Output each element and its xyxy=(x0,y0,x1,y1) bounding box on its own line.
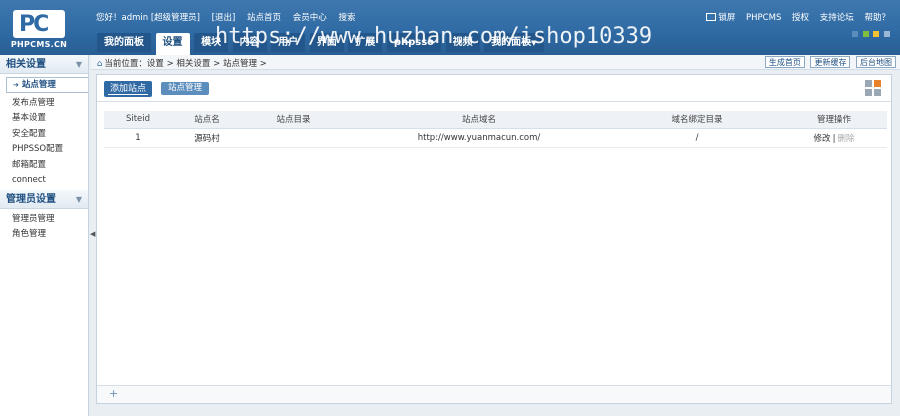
cell-site-dir xyxy=(242,128,345,148)
table-row: 1 源码村 http://www.yuanmacun.com/ / 修改 | 删除 xyxy=(104,128,887,148)
sidebar-item-basic-settings[interactable]: 基本设置 xyxy=(0,111,88,127)
phpcms-logo[interactable]: PC PHPCMS.CN xyxy=(3,10,75,50)
theme-swatch-blue[interactable] xyxy=(852,31,859,37)
logo-mark: PC xyxy=(19,12,49,37)
home-icon: ⌂ xyxy=(97,59,103,69)
cell-bind-dir: / xyxy=(613,128,781,148)
chevron-down-icon: ▼ xyxy=(75,60,82,69)
cell-actions: 修改 | 删除 xyxy=(781,128,887,148)
sidebar-item-mail-config[interactable]: 邮箱配置 xyxy=(0,158,88,174)
top-links: 您好！admin [超级管理员] [退出] 站点首页 会员中心 搜索 xyxy=(96,11,364,23)
greeting-text: 您好！admin [超级管理员] xyxy=(96,13,200,23)
arrow-right-icon: ➔ xyxy=(13,81,19,89)
content-toolbar: 添加站点 站点管理 xyxy=(97,75,891,102)
theme-swatch-green[interactable] xyxy=(862,31,869,37)
col-bind-dir: 域名绑定目录 xyxy=(613,111,781,129)
col-site-domain: 站点域名 xyxy=(345,111,613,129)
layout-grid-icon[interactable] xyxy=(865,80,881,96)
quick-actions: 生成首页 更新缓存 后台地图 xyxy=(762,56,896,68)
sidebar-section-admin-settings[interactable]: 管理员设置 ▼ xyxy=(0,189,88,209)
watermark-text: https://www.huzhan.com/ishop10339 xyxy=(215,24,653,49)
sites-table: Siteid 站点名 站点目录 站点域名 域名绑定目录 管理操作 1 源码村 h… xyxy=(104,111,887,148)
lock-screen-link[interactable]: 锁屏 xyxy=(706,13,735,23)
cell-site-domain: http://www.yuanmacun.com/ xyxy=(345,128,613,148)
sidebar-item-site-management[interactable]: ➔ 站点管理 xyxy=(6,77,88,93)
theme-switcher xyxy=(850,30,890,39)
support-forum-link[interactable]: 支持论坛 xyxy=(820,13,854,23)
plus-icon[interactable]: + xyxy=(109,387,118,400)
site-home-link[interactable]: 站点首页 xyxy=(247,13,281,23)
sidebar-item-admin-management[interactable]: 管理员管理 xyxy=(0,212,88,228)
monitor-icon xyxy=(706,13,717,21)
content-footer: + xyxy=(97,385,891,403)
content-panel: 添加站点 站点管理 Siteid 站点名 站点目录 站点域名 域名绑定目录 管理… xyxy=(96,74,892,404)
delete-link[interactable]: 删除 xyxy=(837,134,854,144)
search-link[interactable]: 搜索 xyxy=(338,13,355,23)
sidebar-item-phpsso-config[interactable]: PHPSSO配置 xyxy=(0,142,88,158)
table-header-row: Siteid 站点名 站点目录 站点域名 域名绑定目录 管理操作 xyxy=(104,111,887,129)
generate-homepage-button[interactable]: 生成首页 xyxy=(764,56,805,68)
left-sidebar: 相关设置 ▼ ➔ 站点管理 发布点管理 基本设置 安全配置 PHPSSO配置 邮箱… xyxy=(0,55,89,416)
help-link[interactable]: 帮助？ xyxy=(864,13,890,23)
logout-link[interactable]: [退出] xyxy=(212,13,236,23)
theme-swatch-light[interactable] xyxy=(884,31,890,37)
col-siteid: Siteid xyxy=(104,111,172,129)
top-header: PC PHPCMS.CN 您好！admin [超级管理员] [退出] 站点首页 … xyxy=(0,0,900,55)
phpcms-link[interactable]: PHPCMS xyxy=(746,13,781,23)
sidebar-item-publish-points[interactable]: 发布点管理 xyxy=(0,96,88,112)
breadcrumb-bar: ⌂ 当前位置：设置 > 相关设置 > 站点管理 > 生成首页 更新缓存 后台地图 xyxy=(91,55,900,70)
sidebar-item-security[interactable]: 安全配置 xyxy=(0,127,88,143)
add-site-button[interactable]: 添加站点 xyxy=(104,81,153,97)
sidebar-item-connect[interactable]: connect xyxy=(0,173,88,189)
cell-site-name: 源码村 xyxy=(172,128,242,148)
update-cache-button[interactable]: 更新缓存 xyxy=(810,56,851,68)
col-site-dir: 站点目录 xyxy=(242,111,345,129)
sidebar-item-role-management[interactable]: 角色管理 xyxy=(0,227,88,243)
license-link[interactable]: 授权 xyxy=(792,13,809,23)
tab-settings[interactable]: 设置 xyxy=(155,33,190,55)
col-actions: 管理操作 xyxy=(781,111,887,129)
backend-map-button[interactable]: 后台地图 xyxy=(856,56,896,68)
tab-my-panel[interactable]: 我的面板 xyxy=(97,33,151,52)
breadcrumb: ⌂ 当前位置：设置 > 相关设置 > 站点管理 > xyxy=(97,59,267,69)
top-right-links: 锁屏 PHPCMS 授权 支持论坛 帮助？ xyxy=(698,11,890,23)
edit-link[interactable]: 修改 xyxy=(814,134,831,144)
col-site-name: 站点名 xyxy=(172,111,242,129)
member-center-link[interactable]: 会员中心 xyxy=(293,13,327,23)
sidebar-section-related-settings[interactable]: 相关设置 ▼ xyxy=(0,55,88,74)
cell-siteid: 1 xyxy=(104,128,172,148)
chevron-down-icon: ▼ xyxy=(75,194,82,204)
theme-swatch-yellow[interactable] xyxy=(873,31,880,37)
site-management-button[interactable]: 站点管理 xyxy=(161,82,210,95)
logo-text: PHPCMS.CN xyxy=(10,40,68,49)
